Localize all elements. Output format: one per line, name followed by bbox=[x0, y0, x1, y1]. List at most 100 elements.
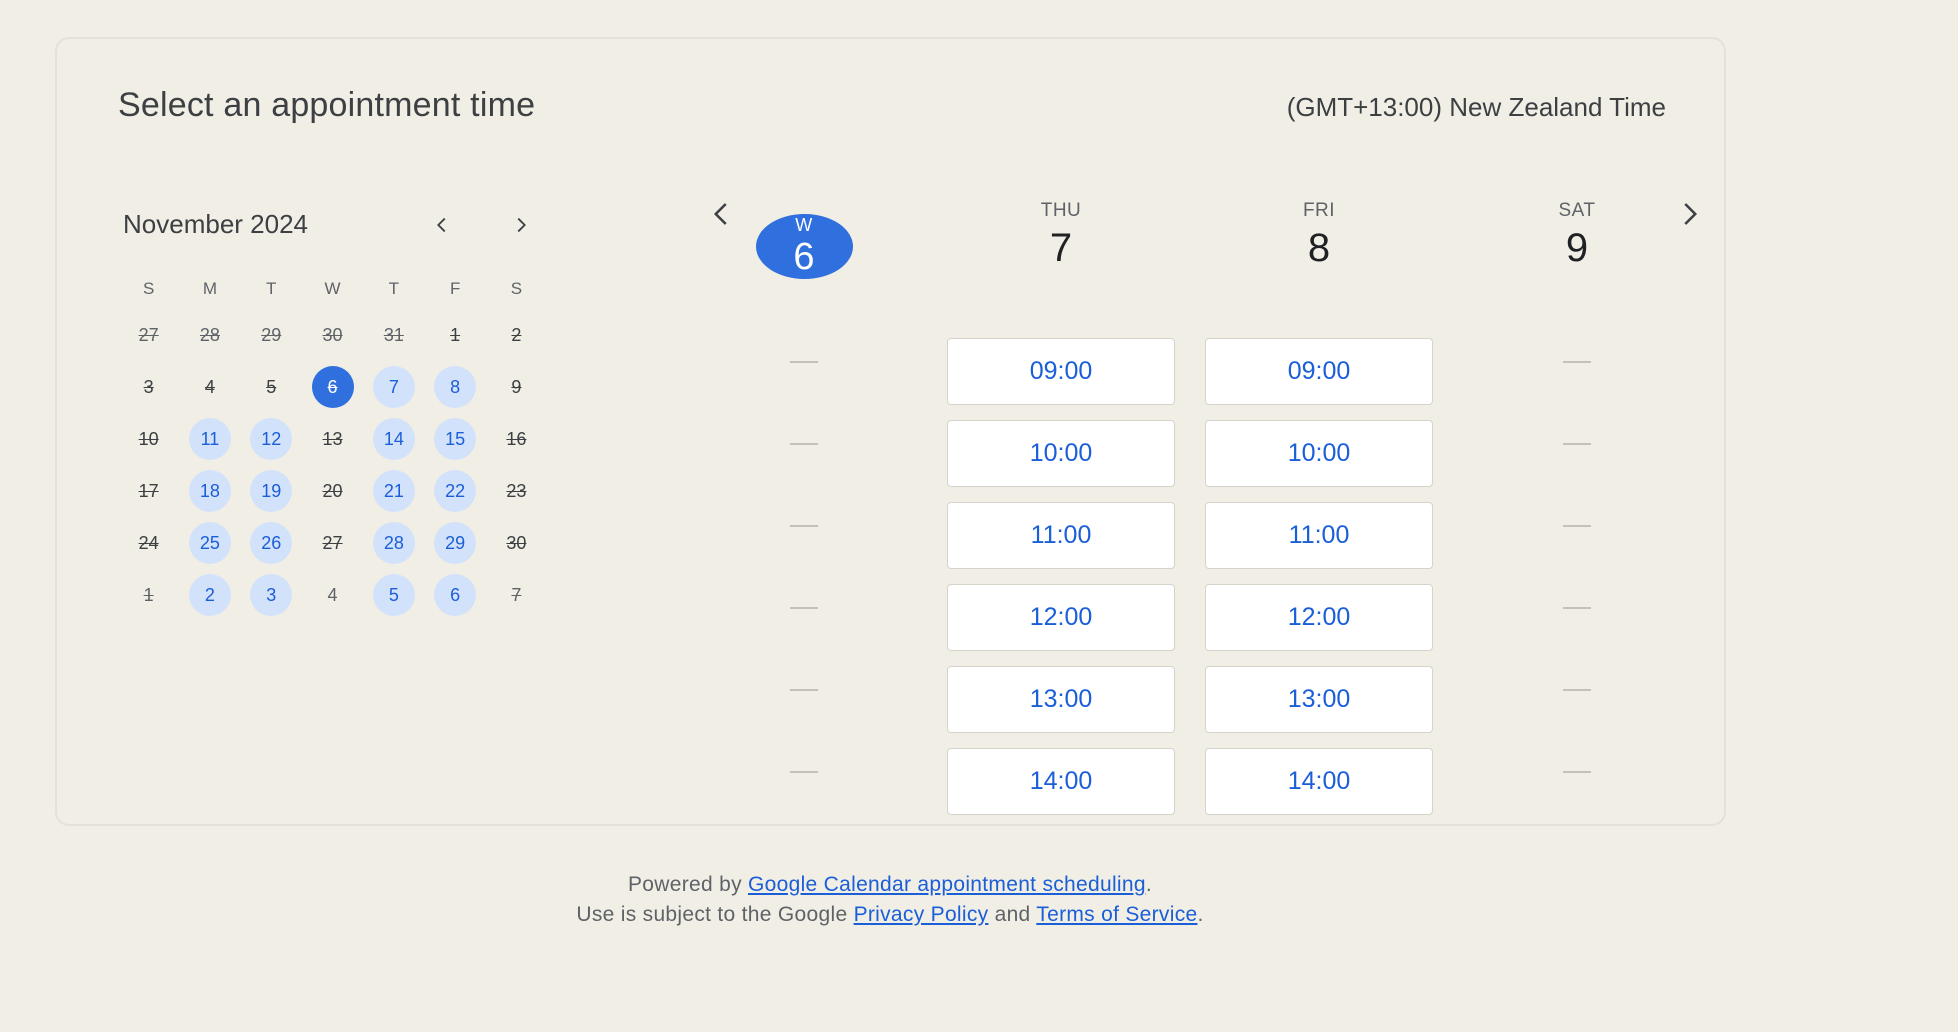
no-slot-row bbox=[1463, 576, 1691, 658]
page-title: Select an appointment time bbox=[118, 86, 536, 124]
calendar-day-cell: 2 bbox=[179, 569, 240, 621]
no-availability-dash bbox=[1563, 607, 1591, 609]
time-slot-button[interactable]: 14:00 bbox=[1205, 748, 1433, 815]
calendar-day: 3 bbox=[143, 376, 154, 397]
weekday-label: T bbox=[266, 279, 277, 298]
calendar-day[interactable]: 21 bbox=[372, 470, 415, 512]
no-availability-dash bbox=[1563, 443, 1591, 445]
time-slot-list: 09:00 10:00 11:00 12:00 13:00 14:00 bbox=[1205, 338, 1433, 830]
calendar-day-cell: 19 bbox=[241, 465, 302, 517]
week-view: W 6 THU 7 09:00 10:00 11:00 12:00 13:00 14:00 FRI 8… bbox=[657, 169, 1717, 815]
calendar-day-cell: 29 bbox=[241, 309, 302, 361]
calendar-day[interactable]: 2 bbox=[188, 574, 231, 616]
time-slot-button[interactable]: 09:00 bbox=[1205, 338, 1433, 405]
calendar-day-cell: 16 bbox=[486, 413, 547, 465]
time-slot-list bbox=[1463, 330, 1691, 822]
calendar-day-cell: 2 bbox=[486, 309, 547, 361]
calendar-day[interactable]: 29 bbox=[434, 522, 477, 564]
month-label: November 2024 bbox=[123, 209, 308, 239]
calendar-day-cell: 27 bbox=[118, 309, 179, 361]
day-column-header: THU 7 bbox=[947, 169, 1175, 279]
day-of-week-label: W bbox=[795, 214, 813, 235]
calendar-day: 13 bbox=[322, 428, 343, 449]
time-slot-button[interactable]: 12:00 bbox=[1205, 584, 1433, 651]
use-subject-text: Use is subject to the Google bbox=[576, 903, 854, 926]
time-slot-button[interactable]: 12:00 bbox=[947, 584, 1175, 651]
time-slot-button[interactable]: 10:00 bbox=[1205, 420, 1433, 487]
calendar-day[interactable]: 6 bbox=[434, 574, 477, 616]
calendar-day[interactable]: 18 bbox=[188, 470, 231, 512]
footer-powered-line: Powered by Google Calendar appointment s… bbox=[0, 870, 1780, 900]
calendar-day[interactable]: 26 bbox=[250, 522, 293, 564]
calendar-day[interactable]: 8 bbox=[434, 366, 477, 408]
time-slot-button[interactable]: 10:00 bbox=[947, 420, 1175, 487]
booking-card: Select an appointment time (GMT+13:00) N… bbox=[55, 37, 1726, 826]
calendar-day: 4 bbox=[204, 376, 215, 397]
calendar-day-cell: 15 bbox=[424, 413, 485, 465]
day-column: W6 bbox=[690, 169, 918, 773]
calendar-day[interactable]: 7 bbox=[372, 366, 415, 408]
calendar-day[interactable]: 11 bbox=[188, 418, 231, 460]
time-slot-button[interactable]: 13:00 bbox=[947, 666, 1175, 733]
day-number: 6 bbox=[793, 235, 815, 278]
calendar-day: 10 bbox=[138, 428, 159, 449]
no-availability-dash bbox=[790, 771, 818, 773]
footer-period: . bbox=[1145, 873, 1152, 896]
day-column: THU 7 09:00 10:00 11:00 12:00 13:00 14:00 bbox=[947, 169, 1175, 815]
no-availability-dash bbox=[1563, 689, 1591, 691]
calendar-day[interactable]: 14 bbox=[372, 418, 415, 460]
calendar-day[interactable]: 3 bbox=[250, 574, 293, 616]
previous-month-button[interactable] bbox=[422, 205, 462, 245]
calendar-day[interactable]: 28 bbox=[372, 522, 415, 564]
calendar-day-cell: 25 bbox=[179, 517, 240, 569]
weekday-label: S bbox=[142, 279, 155, 298]
calendar-day[interactable]: 12 bbox=[250, 418, 293, 460]
time-slot-list: 09:00 10:00 11:00 12:00 13:00 14:00 bbox=[947, 338, 1175, 830]
calendar-day[interactable]: 22 bbox=[434, 470, 477, 512]
timezone-selector[interactable]: (GMT+13:00) New Zealand Time bbox=[1287, 92, 1666, 123]
day-grid: 27 28 29 30 31 1 2 3 4 5 6 7 8 9 10 11 12 13 14 15 16 17 18 19 2… bbox=[118, 309, 548, 621]
footer-period: . bbox=[1197, 903, 1204, 926]
no-availability-dash bbox=[790, 689, 818, 691]
calendar-day: 1 bbox=[143, 584, 154, 605]
calendar-day: 7 bbox=[511, 584, 522, 605]
calendar-day: 16 bbox=[506, 428, 527, 449]
calendar-day[interactable]: 19 bbox=[250, 470, 293, 512]
privacy-policy-link[interactable]: Privacy Policy bbox=[854, 903, 989, 926]
calendar-day: 29 bbox=[261, 324, 282, 345]
appointment-scheduling-link[interactable]: Google Calendar appointment scheduling bbox=[748, 873, 1146, 896]
calendar-day-cell: 9 bbox=[486, 361, 547, 413]
calendar-day-cell: 30 bbox=[302, 309, 363, 361]
powered-by-text: Powered by bbox=[627, 873, 749, 896]
calendar-day: 20 bbox=[322, 480, 343, 501]
next-month-button[interactable] bbox=[501, 205, 541, 245]
calendar-day-cell: 6 bbox=[424, 569, 485, 621]
calendar-day-cell: 14 bbox=[363, 413, 424, 465]
time-slot-button[interactable]: 11:00 bbox=[1205, 502, 1433, 569]
calendar-day-cell: 10 bbox=[118, 413, 179, 465]
chevron-right-icon bbox=[517, 217, 526, 233]
calendar-week-row: 17 18 19 20 21 22 23 bbox=[118, 465, 548, 517]
calendar-day[interactable]: 15 bbox=[434, 418, 477, 460]
calendar-day: 30 bbox=[506, 532, 527, 553]
no-availability-dash bbox=[790, 607, 818, 609]
calendar-day-cell: 3 bbox=[118, 361, 179, 413]
selected-day-indicator[interactable]: W6 bbox=[755, 214, 853, 279]
calendar-day[interactable]: 25 bbox=[188, 522, 231, 564]
calendar-day-cell: 23 bbox=[486, 465, 547, 517]
no-slot-row bbox=[690, 658, 918, 740]
terms-of-service-link[interactable]: Terms of Service bbox=[1036, 903, 1197, 926]
calendar-week-row: 10 11 12 13 14 15 16 bbox=[118, 413, 548, 465]
calendar-day[interactable]: 5 bbox=[372, 574, 415, 616]
day-number: 7 bbox=[1049, 226, 1073, 270]
calendar-day-cell: 7 bbox=[486, 569, 547, 621]
time-slot-button[interactable]: 13:00 bbox=[1205, 666, 1433, 733]
no-slot-row bbox=[1463, 658, 1691, 740]
time-slot-button[interactable]: 11:00 bbox=[947, 502, 1175, 569]
time-slot-button[interactable]: 09:00 bbox=[947, 338, 1175, 405]
selected-day[interactable]: 6 bbox=[311, 366, 354, 408]
calendar-day-cell: 4 bbox=[302, 569, 363, 621]
calendar-day-cell: 7 bbox=[363, 361, 424, 413]
next-week-button[interactable] bbox=[1664, 189, 1714, 239]
time-slot-button[interactable]: 14:00 bbox=[947, 748, 1175, 815]
